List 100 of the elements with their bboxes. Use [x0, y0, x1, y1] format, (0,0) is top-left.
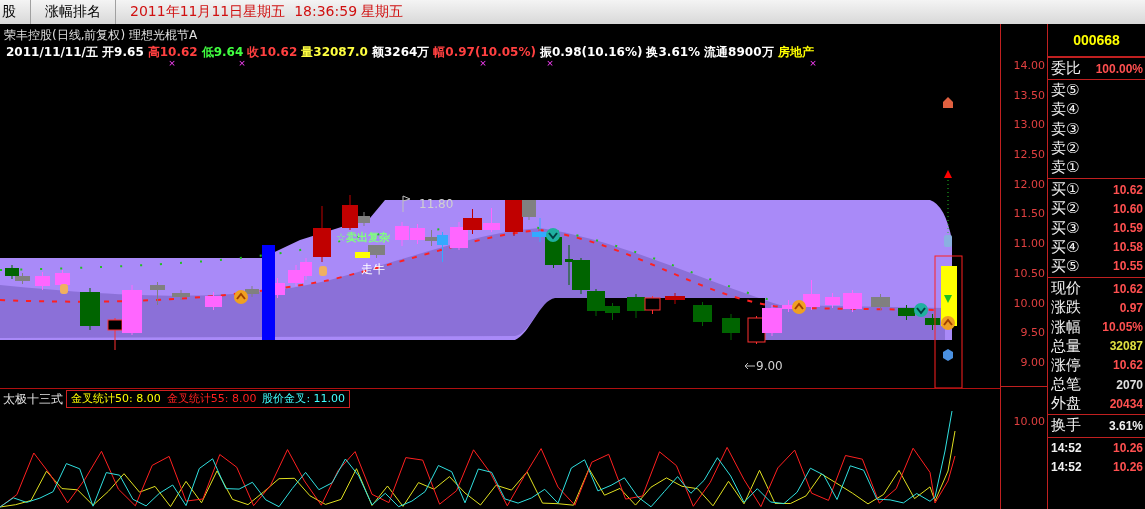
candlestick: [368, 244, 385, 259]
up-chevron-icon: [941, 316, 955, 330]
stat-value: 2070: [1116, 377, 1143, 392]
trend-label: 走牛: [361, 262, 385, 276]
down-triangle-icon: [944, 295, 952, 303]
tab[interactable]: 涨幅排名: [31, 0, 116, 24]
quote-item: 2011/11/11/五 开9.65: [6, 44, 144, 60]
candlestick: [150, 281, 165, 306]
x-marker: ×: [546, 60, 554, 68]
quote-item: 流通8900万: [704, 44, 774, 60]
stat-label: 涨幅: [1051, 317, 1081, 337]
stat-value: 32087: [1109, 339, 1143, 354]
stat-label: 涨跌: [1051, 298, 1081, 318]
ask-label: 卖②: [1051, 138, 1080, 158]
chart-title: 荣丰控股(日线,前复权) 理想光棍节A: [3, 27, 199, 44]
candlestick: [15, 272, 30, 285]
tab[interactable]: 股: [0, 0, 31, 24]
tick-time: 14:52: [1051, 441, 1082, 456]
quote-item: 振0.98(10.16%): [539, 44, 643, 60]
candlestick: [450, 221, 468, 251]
price-axis-label: 13.50: [1012, 87, 1046, 104]
candlestick: [843, 289, 862, 313]
indicator-axis-label: 10.00: [1012, 414, 1046, 430]
stock-code: 000668: [1073, 32, 1120, 48]
candlestick: [245, 285, 259, 298]
ask-label: 卖④: [1051, 100, 1080, 120]
date-time: 2011年11月11日星期五 18:36:59 星期五: [130, 3, 404, 21]
bid-price: 10.55: [1112, 259, 1143, 274]
tick-time: 14:52: [1051, 460, 1082, 475]
up-triangle-icon: [944, 170, 952, 178]
candlestick: [803, 279, 820, 311]
candlestick: [925, 313, 940, 331]
house-icon: [943, 97, 953, 108]
bid-price: 10.62: [1112, 182, 1143, 197]
stat-value: 10.05%: [1102, 320, 1143, 335]
candlestick: [627, 293, 645, 319]
candlestick: [898, 304, 915, 321]
candlestick: [665, 292, 685, 305]
price-axis-label: 12.00: [1012, 176, 1046, 193]
legend-item: 金叉统计50: 8.00: [71, 391, 161, 407]
bid-label: 买③: [1051, 218, 1080, 238]
candlestick: [825, 292, 840, 309]
low-price-label: 9.00: [756, 359, 783, 373]
ask-label: 卖①: [1051, 158, 1080, 178]
signal-bar: [355, 252, 370, 258]
down-chevron-icon: [914, 303, 928, 317]
bid-label: 买②: [1051, 199, 1080, 219]
bid-price: 10.59: [1112, 221, 1143, 236]
up-chevron-icon: [792, 300, 806, 314]
price-axis-label: 13.00: [1012, 117, 1046, 134]
x-marker: ×: [809, 60, 817, 68]
turnover-value: 3.61%: [1108, 418, 1143, 433]
price-axis-label: 11.50: [1012, 206, 1046, 223]
candlestick: [463, 208, 482, 235]
legend-item: 股价金叉: 11.00: [262, 391, 346, 407]
price-axis-label: 10.00: [1012, 295, 1046, 312]
quote-item: 高10.62: [147, 44, 198, 60]
bid-price: 10.60: [1112, 201, 1143, 216]
candlestick: [693, 301, 712, 327]
signal-label: ☆卖出复杂: [336, 231, 390, 244]
quote-item: 幅0.97(10.05%): [433, 44, 536, 60]
quote-item: 换3.61%: [646, 44, 701, 60]
price-axis-label: 9.00: [1019, 354, 1046, 371]
ask-label: 卖③: [1051, 119, 1080, 139]
candlestick: [35, 271, 50, 291]
stat-value: 20434: [1109, 396, 1143, 411]
x-marker: ×: [479, 60, 487, 68]
stat-value: 10.62: [1112, 281, 1143, 296]
cube-icon: [943, 349, 953, 361]
x-marker: ×: [238, 60, 246, 68]
ask-label: 卖⑤: [1051, 81, 1080, 101]
indicator-name: 太极十三式: [2, 390, 64, 408]
price-axis-label: 10.50: [1012, 265, 1046, 282]
stat-label: 总量: [1051, 336, 1081, 356]
left-arrow-icon: [744, 362, 756, 370]
quote-item: 低9.64: [201, 44, 244, 60]
price-axis-label: 11.00: [1012, 236, 1046, 253]
ratio-label: 委比: [1051, 59, 1081, 79]
candlestick: [410, 223, 425, 245]
tick-price: 10.26: [1112, 460, 1143, 475]
bid-price: 10.58: [1112, 240, 1143, 255]
quote-item: 房地产: [777, 44, 814, 60]
bid-label: 买⑤: [1051, 256, 1080, 276]
candlestick: [483, 207, 500, 233]
legend-item: 金叉统计55: 8.00: [166, 391, 257, 407]
stat-label: 总笔: [1051, 375, 1081, 395]
stat-label: 涨停: [1051, 355, 1081, 375]
price-axis-label: 12.50: [1012, 147, 1046, 164]
tick-price: 10.26: [1112, 441, 1143, 456]
bid-label: 买①: [1051, 180, 1080, 200]
up-chevron-icon: [234, 290, 248, 304]
stat-value: 10.62: [1112, 358, 1143, 373]
candlestick: [172, 289, 190, 301]
price-axis-label: 14.00: [1012, 58, 1046, 74]
quote-item: 量32087.0: [301, 44, 368, 60]
candlestick: [395, 221, 409, 247]
quote-item: 额3264万: [371, 44, 430, 60]
turnover-label: 换手: [1051, 416, 1081, 436]
bid-label: 买④: [1051, 237, 1080, 257]
high-price-label: 11.80: [419, 197, 454, 211]
